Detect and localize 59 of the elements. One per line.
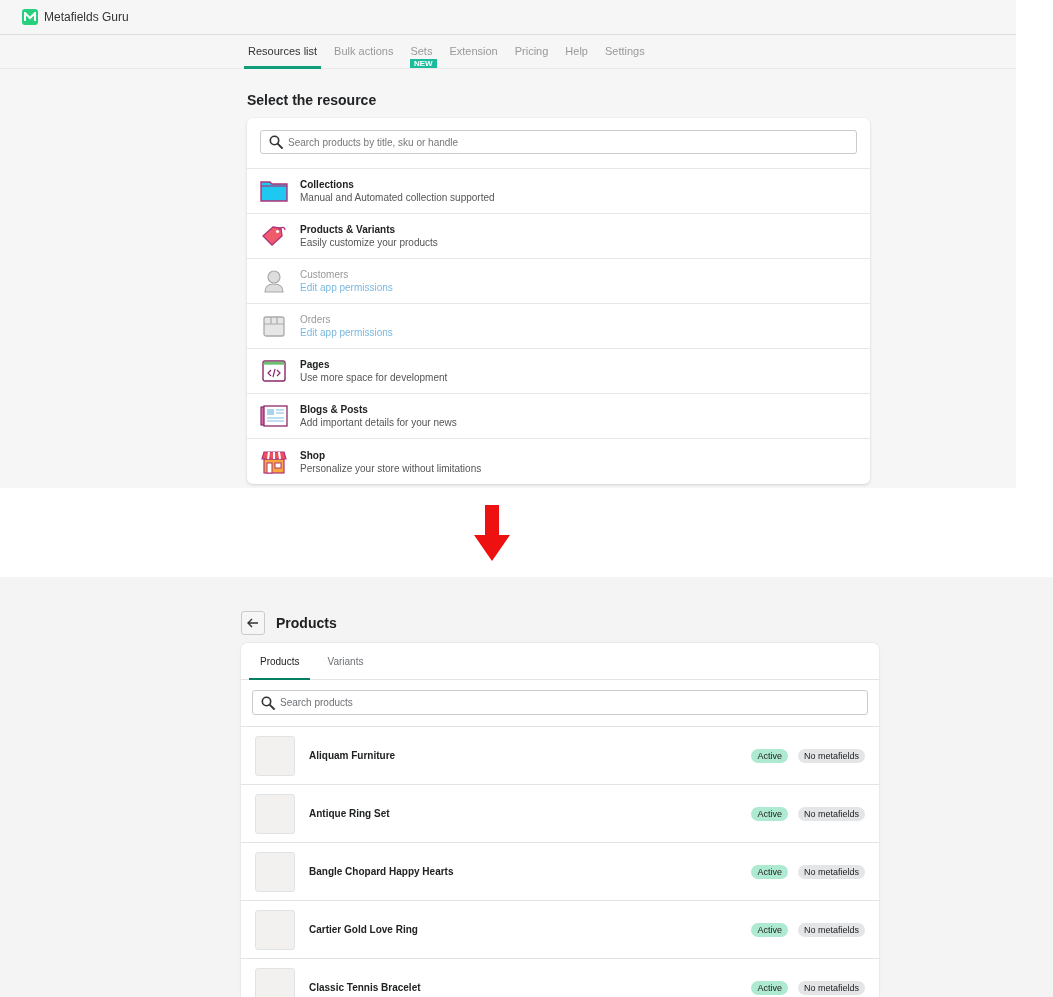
photo-placeholder (255, 851, 295, 892)
storefront-icon (261, 449, 287, 474)
status-badge: Active (751, 864, 788, 879)
resource-description: Add important details for your news (300, 417, 457, 428)
back-arrow-icon (247, 617, 259, 628)
product-name[interactable]: Aliquam Furniture (309, 750, 752, 761)
status-badge: Active (751, 748, 788, 763)
search-field[interactable]: Search products by title, sku or handle (260, 130, 857, 154)
app-logo-icon (22, 9, 38, 25)
resource-title: Shop (300, 449, 326, 461)
search-icon (269, 135, 283, 149)
resource-description: Use more space for development (300, 372, 448, 383)
folder-icon (260, 179, 288, 203)
price-tag-icon (261, 224, 287, 248)
resource-item[interactable]: Shop Personalize your store without limitations (247, 439, 870, 484)
new-badge: NEW (409, 59, 437, 68)
down-arrow-icon (474, 504, 510, 561)
resource-description: Personalize your store without limitations (300, 462, 482, 474)
metafields-badge: No metafields (797, 922, 865, 937)
resource-item[interactable]: Products & Variants Easily customize your products (247, 214, 870, 259)
resource-title: Orders (300, 314, 332, 325)
products-tab[interactable]: Products (249, 643, 311, 680)
photo-placeholder (255, 967, 295, 997)
photo-placeholder (255, 735, 295, 776)
resource-item[interactable]: Collections Manual and Automated collection supported (247, 169, 870, 214)
nav-tab[interactable]: Resources list (244, 35, 322, 69)
search-field[interactable]: Search products (252, 690, 868, 715)
status-badge: Active (751, 922, 788, 937)
person-icon (263, 269, 285, 293)
app-name: Metafields Guru (44, 10, 129, 24)
newspaper-icon (260, 404, 288, 428)
status-badge: Active (751, 980, 788, 995)
resource-item[interactable]: Blogs & Posts Add important details for your news (247, 394, 870, 439)
status-badge: Active (751, 806, 788, 821)
box-icon (262, 314, 286, 338)
products-tab[interactable]: Variants (316, 643, 375, 680)
product-name[interactable]: Classic Tennis Bracelet (309, 982, 752, 993)
resource-title: Products & Variants (300, 224, 397, 235)
back-button[interactable] (241, 610, 265, 635)
code-page-icon (262, 359, 286, 383)
resource-title: Customers (300, 269, 350, 280)
resource-title: Collections (300, 179, 355, 190)
metafields-badge: No metafields (797, 748, 865, 763)
resource-description: Manual and Automated collection supported (300, 192, 495, 203)
resource-title: Pages (300, 359, 331, 370)
photo-placeholder (255, 793, 295, 834)
product-name[interactable]: Antique Ring Set (309, 808, 752, 819)
resource-description: Easily customize your products (300, 237, 438, 248)
product-name[interactable]: Bangle Chopard Happy Hearts (309, 866, 752, 877)
metafields-badge: No metafields (797, 980, 865, 995)
page-heading: Select the resource (246, 91, 378, 110)
photo-placeholder (255, 909, 295, 950)
resource-title: Blogs & Posts (300, 404, 369, 415)
product-name[interactable]: Cartier Gold Love Ring (309, 924, 752, 935)
metafields-badge: No metafields (797, 864, 865, 879)
search-icon (261, 696, 275, 710)
resource-item[interactable]: Pages Use more space for development (247, 349, 870, 394)
metafields-badge: No metafields (797, 806, 865, 821)
page-title: Products (276, 614, 337, 631)
